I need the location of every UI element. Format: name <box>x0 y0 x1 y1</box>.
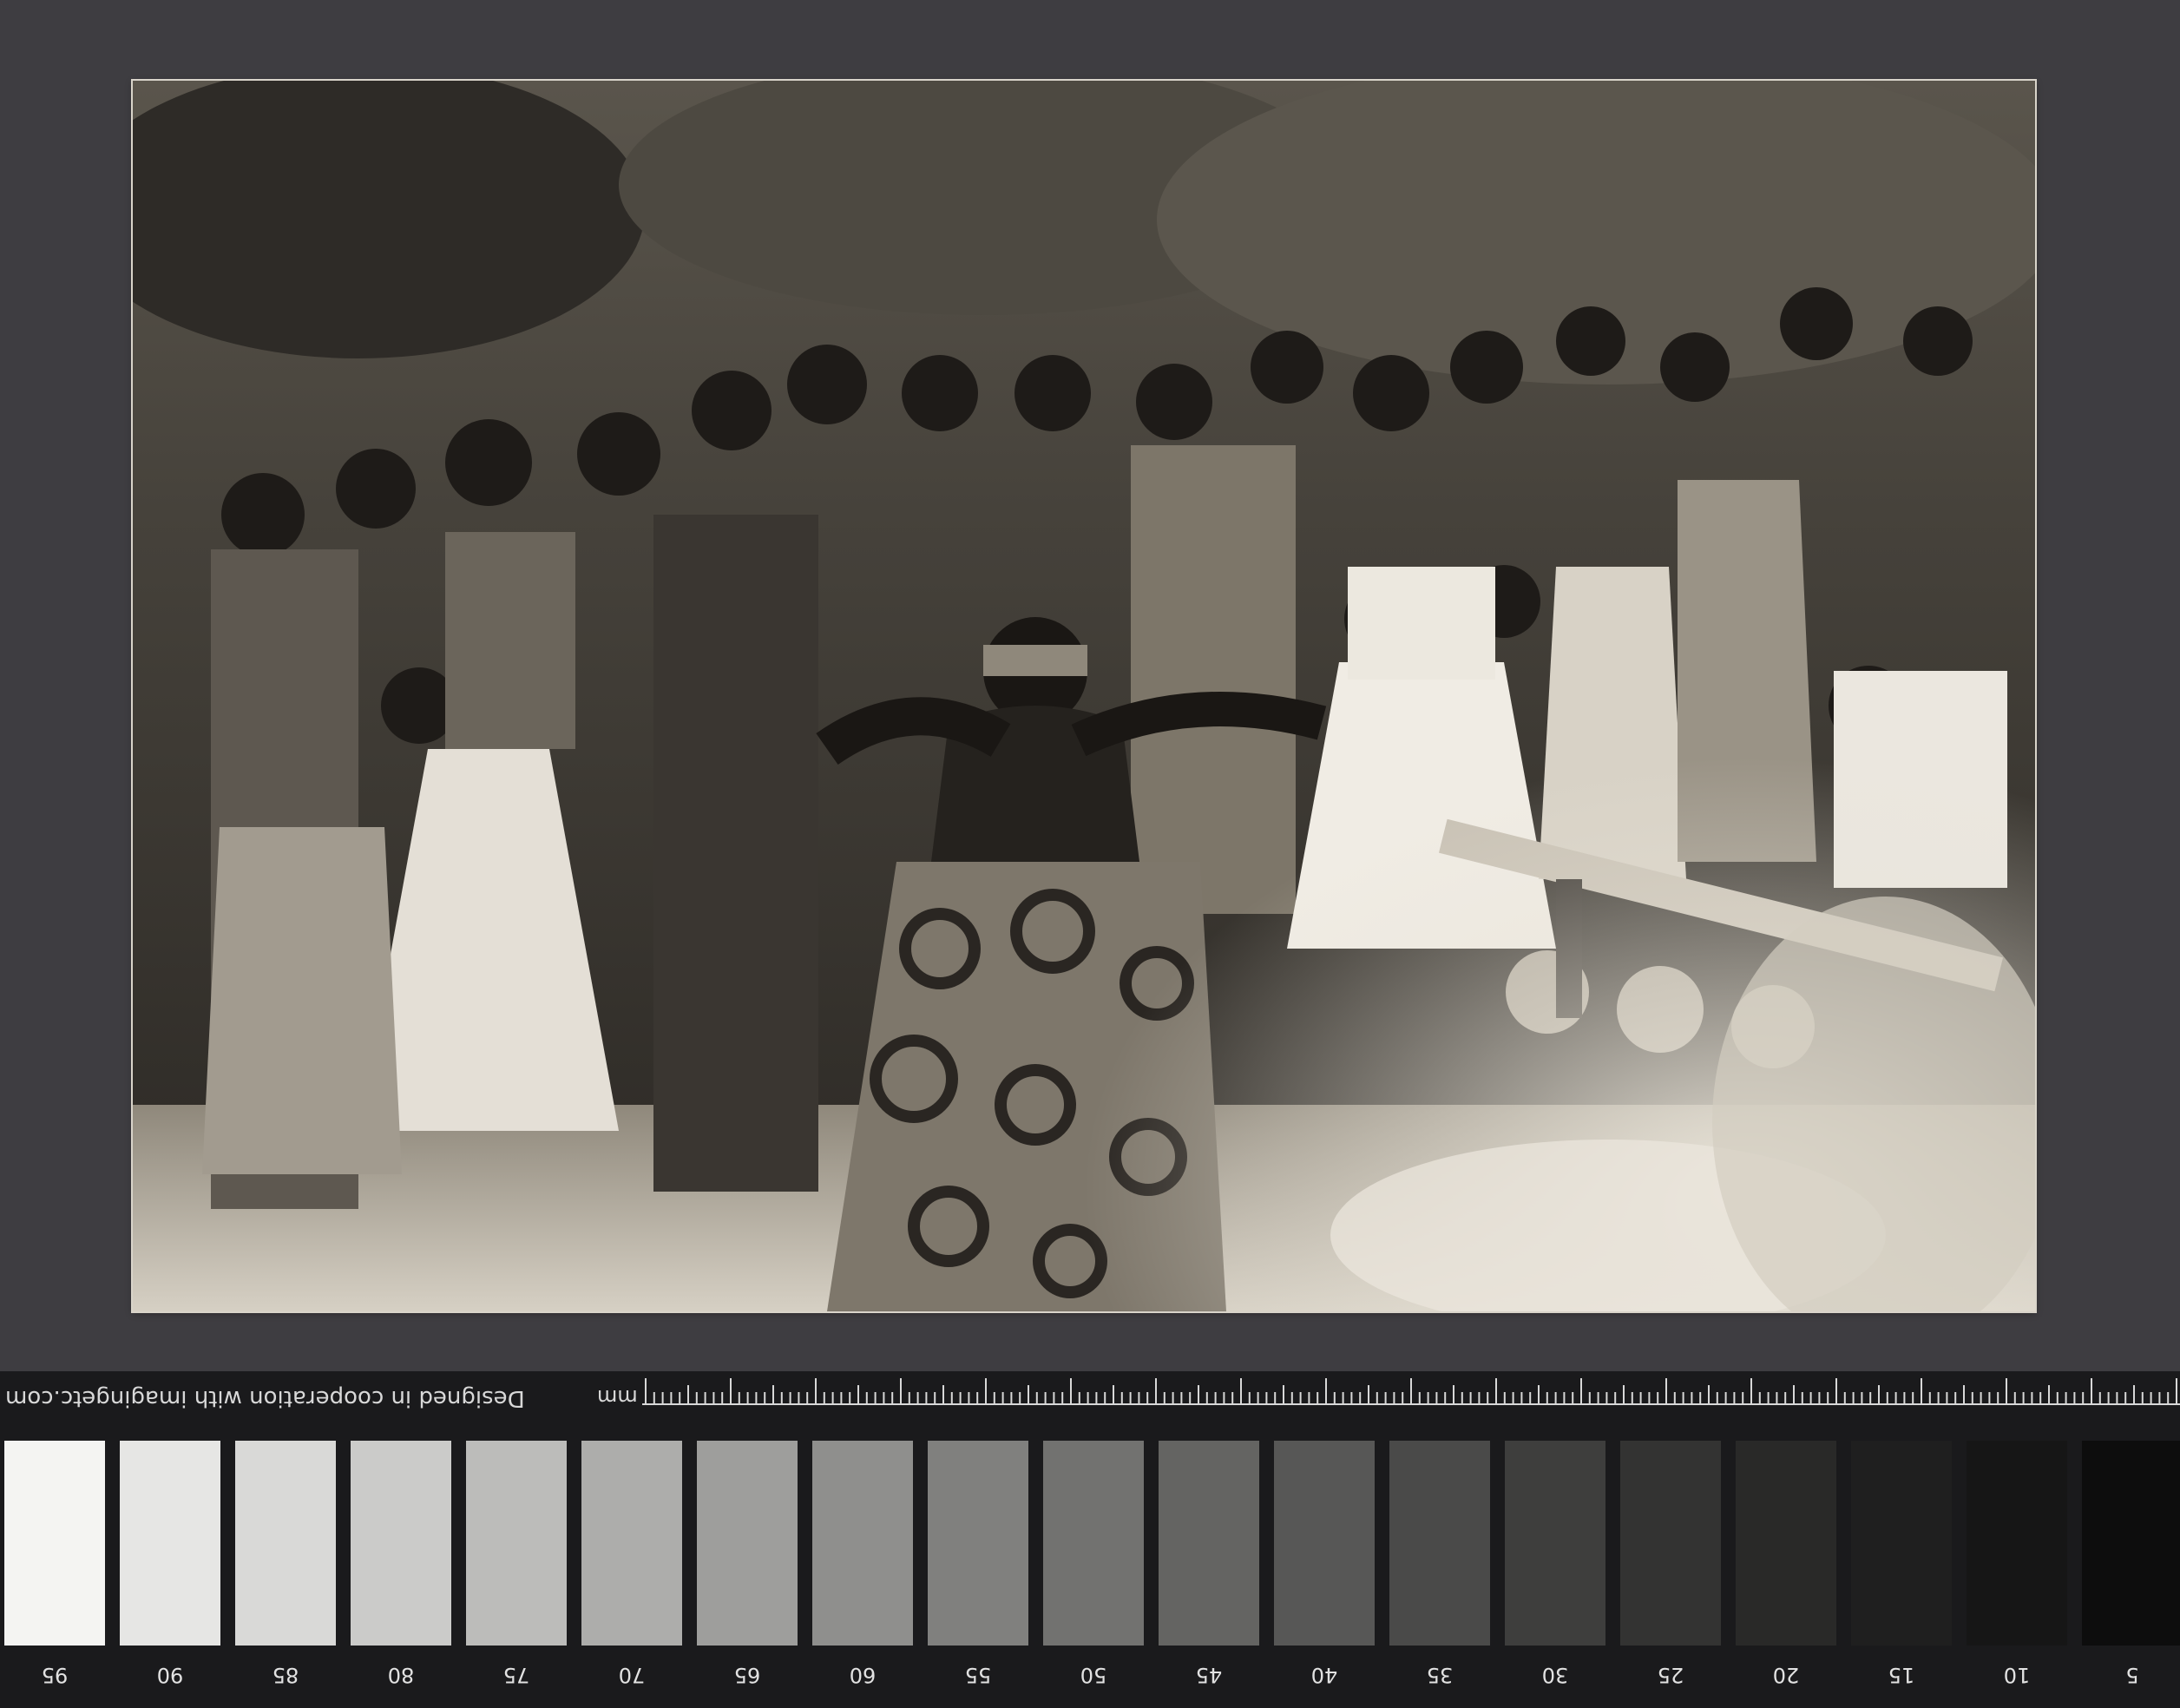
unit-label: mm <box>597 1385 638 1409</box>
patch-label: 20 <box>1772 1663 1800 1687</box>
patch-label: 70 <box>618 1663 646 1687</box>
grey-patch <box>235 1441 336 1646</box>
patch-label: 35 <box>1426 1663 1454 1687</box>
scan-background: Designed in cooperation with imagingetc.… <box>0 0 2180 1708</box>
grey-patch <box>1159 1441 1259 1646</box>
grey-patch <box>2082 1441 2180 1646</box>
grey-patch <box>1967 1441 2067 1646</box>
grey-patches <box>0 1441 2180 1649</box>
grey-patch <box>4 1441 105 1646</box>
target-header: Designed in cooperation with imagingetc.… <box>0 1371 2180 1432</box>
photograph <box>133 81 2035 1311</box>
patch-label: 65 <box>733 1663 761 1687</box>
patch-label: 45 <box>1195 1663 1223 1687</box>
grey-patch <box>928 1441 1028 1646</box>
grey-patch <box>466 1441 567 1646</box>
patch-label: 15 <box>1888 1663 1915 1687</box>
patch-label: 25 <box>1657 1663 1684 1687</box>
patch-label: 30 <box>1541 1663 1569 1687</box>
grey-patch <box>1620 1441 1721 1646</box>
patch-label: 60 <box>849 1663 877 1687</box>
grey-patch <box>812 1441 913 1646</box>
patch-label: 80 <box>387 1663 415 1687</box>
patch-label: 55 <box>964 1663 992 1687</box>
grey-patch <box>1851 1441 1952 1646</box>
patch-label: 95 <box>41 1663 69 1687</box>
patch-labels: 95 90 85 80 75 70 65 60 55 50 45 40 35 30 25 20 15 10 5 <box>0 1652 2180 1687</box>
patch-label: 10 <box>2003 1663 2031 1687</box>
patch-label: 85 <box>272 1663 299 1687</box>
grey-patch <box>1274 1441 1375 1646</box>
grey-patch <box>1389 1441 1490 1646</box>
grey-patch <box>1043 1441 1144 1646</box>
grey-patch <box>581 1441 682 1646</box>
patch-label: 5 <box>2125 1663 2139 1687</box>
credit-text: Designed in cooperation with imagingetc.… <box>5 1385 525 1411</box>
patch-label: 75 <box>502 1663 530 1687</box>
patch-label: 90 <box>156 1663 184 1687</box>
grey-patch <box>1505 1441 1605 1646</box>
patch-label: 50 <box>1080 1663 1107 1687</box>
grey-patch <box>697 1441 798 1646</box>
grey-scale-target: Designed in cooperation with imagingetc.… <box>0 1371 2180 1708</box>
grey-patch <box>351 1441 451 1646</box>
grey-patch <box>1736 1441 1836 1646</box>
millimeter-ruler <box>642 1378 2180 1405</box>
patch-label: 40 <box>1310 1663 1338 1687</box>
photograph-image <box>133 81 2035 1311</box>
grey-patch <box>120 1441 220 1646</box>
